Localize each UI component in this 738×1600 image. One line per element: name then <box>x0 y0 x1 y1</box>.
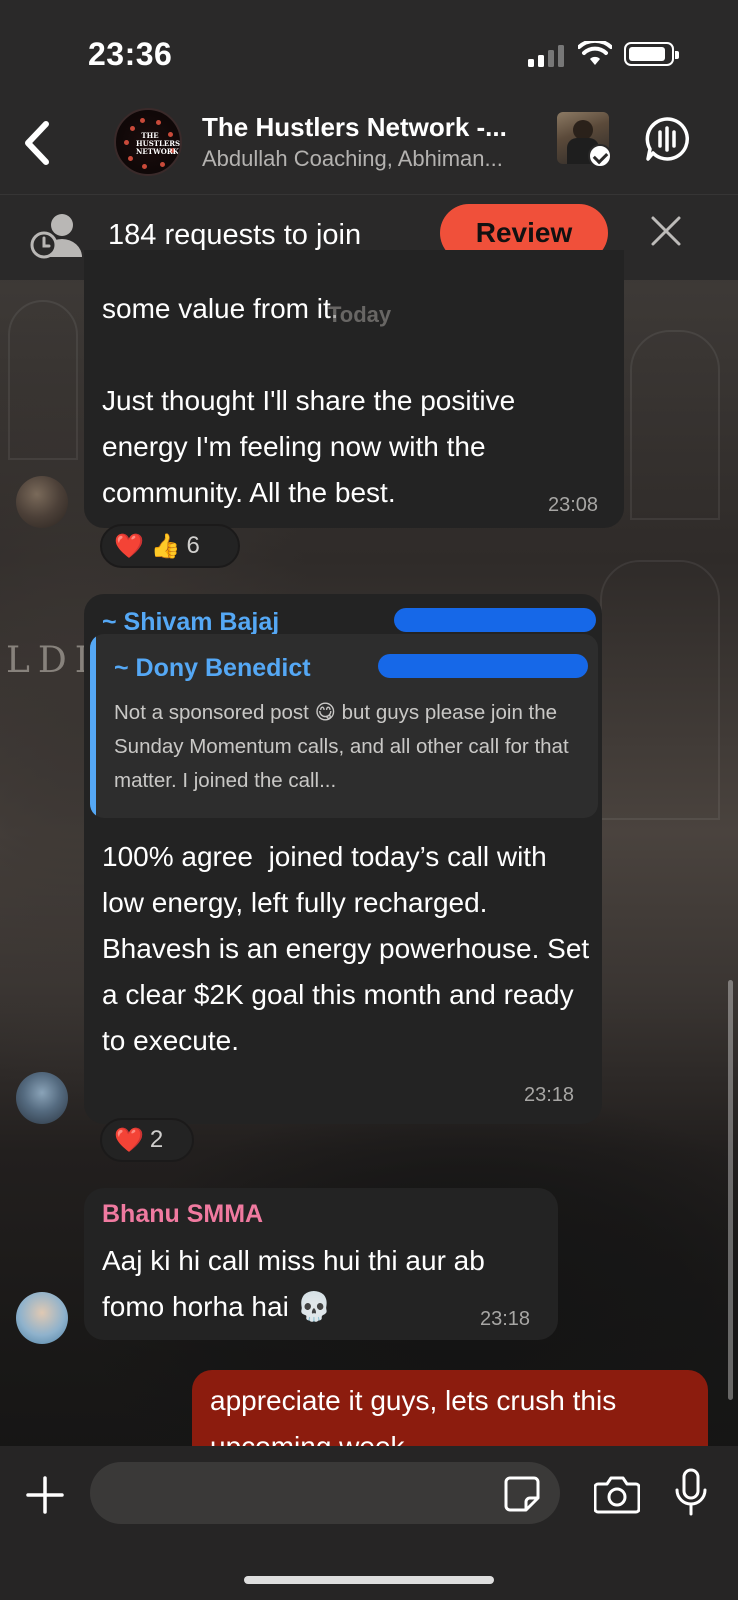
voice-chat-icon[interactable] <box>644 116 690 162</box>
wallpaper-arch <box>8 300 78 460</box>
close-icon[interactable] <box>650 215 682 247</box>
avatar[interactable] <box>16 1072 68 1124</box>
message-bubble[interactable]: some value from it. Just thought I'll sh… <box>84 250 624 528</box>
reaction-emojis: ❤️ 👍 <box>114 532 181 560</box>
composer-bar <box>0 1446 738 1600</box>
avatar[interactable] <box>16 476 68 528</box>
sticker-icon[interactable] <box>504 1476 540 1512</box>
quoted-message[interactable]: ~ Dony Benedict Not a sponsored post 😋 b… <box>90 634 598 818</box>
reaction-count: 6 <box>186 532 200 559</box>
chat-header: THE HUSTLERS NETWORK The Hustlers Networ… <box>0 96 738 194</box>
redaction-mark <box>394 608 596 632</box>
back-chevron-icon[interactable] <box>18 118 58 168</box>
join-requests-icon <box>30 214 82 259</box>
quoted-text: Not a sponsored post 😋 but guys please j… <box>114 701 569 792</box>
reaction-emojis: ❤️ <box>114 1126 144 1154</box>
join-requests-text: 184 requests to join <box>108 219 362 251</box>
group-avatar-logo-text: THE HUSTLERS NETWORK <box>136 131 181 156</box>
plus-icon[interactable] <box>26 1476 64 1514</box>
status-time: 23:36 <box>88 36 173 72</box>
message-input[interactable] <box>90 1462 560 1524</box>
home-indicator <box>244 1576 494 1584</box>
battery-icon <box>624 42 679 66</box>
avatar[interactable] <box>16 1292 68 1344</box>
message-sender[interactable]: ~ Shivam Bajaj <box>102 608 279 637</box>
date-separator: Today <box>328 302 392 327</box>
camera-icon[interactable] <box>594 1474 640 1514</box>
message-text: Aaj ki hi call miss hui thi aur ab fomo … <box>102 1245 493 1322</box>
chat-scrollbar[interactable] <box>728 980 733 1400</box>
message-reactions[interactable]: ❤️ 2 <box>100 1118 194 1162</box>
wallpaper-arch <box>600 560 720 820</box>
redaction-mark <box>378 654 588 678</box>
message-time: 23:08 <box>548 494 599 516</box>
message-time: 23:18 <box>524 1084 575 1106</box>
cellular-signal-icon <box>528 45 564 67</box>
microphone-icon[interactable] <box>674 1468 708 1516</box>
message-reactions[interactable]: ❤️ 👍 6 <box>100 524 240 568</box>
wifi-icon <box>578 41 612 65</box>
message-sender[interactable]: Bhanu SMMA <box>102 1200 263 1229</box>
group-members-subtitle[interactable]: Abdullah Coaching, Abhiman... <box>202 146 503 172</box>
message-time: 23:18 <box>480 1308 531 1330</box>
wallpaper-arch <box>630 330 720 520</box>
message-text: 100% agree joined today’s call with low … <box>102 841 597 1056</box>
reaction-count: 2 <box>149 1126 164 1153</box>
quoted-sender: ~ Dony Benedict <box>114 654 311 682</box>
verified-check-icon <box>588 144 612 168</box>
status-bar: 23:36 <box>0 0 738 96</box>
group-avatar[interactable]: THE HUSTLERS NETWORK <box>114 108 182 176</box>
group-title[interactable]: The Hustlers Network -... <box>202 112 507 143</box>
message-bubble[interactable]: Bhanu SMMA Aaj ki hi call miss hui thi a… <box>84 1188 558 1340</box>
